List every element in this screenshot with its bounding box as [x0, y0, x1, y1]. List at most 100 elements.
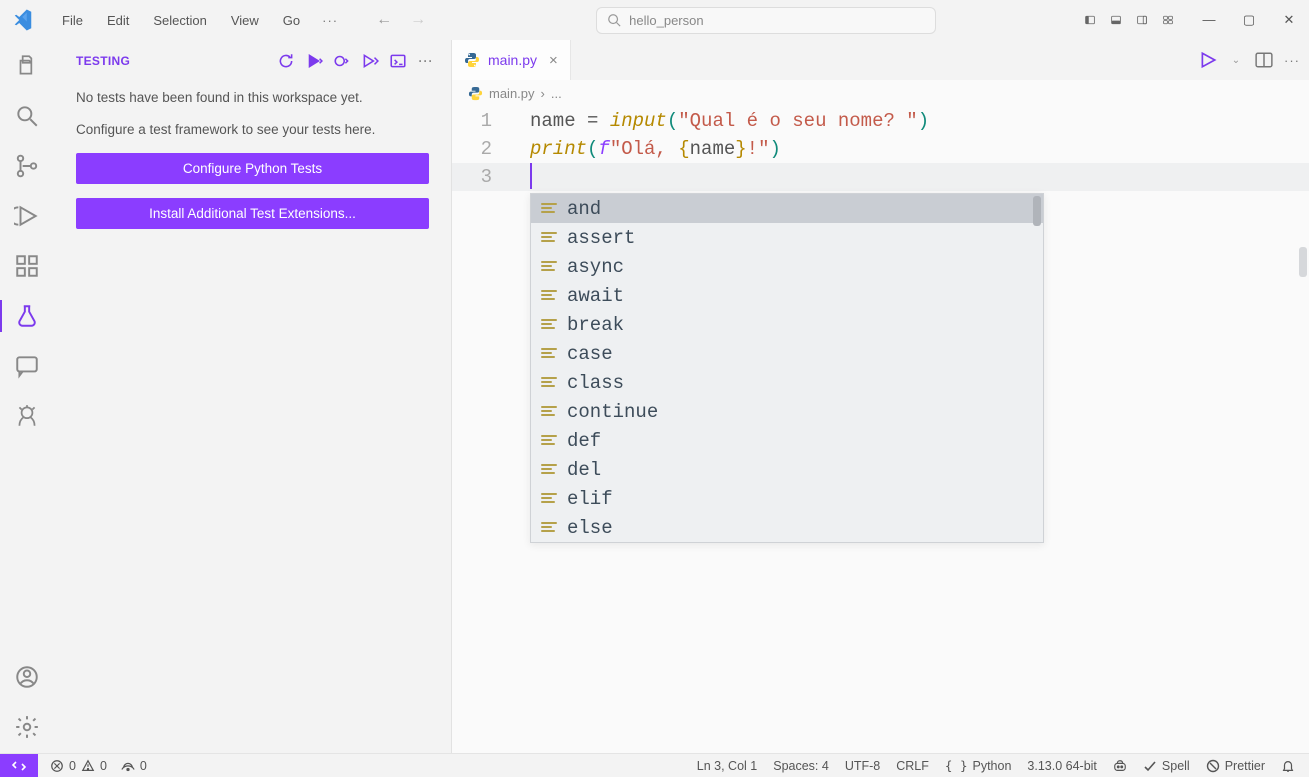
status-spell[interactable]: Spell: [1143, 759, 1190, 773]
layout-secondary-side-icon[interactable]: [1133, 11, 1151, 29]
status-problems[interactable]: 0 0: [50, 759, 107, 773]
suggest-item[interactable]: case: [531, 339, 1043, 368]
menu-selection[interactable]: Selection: [143, 7, 216, 34]
status-notifications-icon[interactable]: [1281, 759, 1295, 773]
nav-back-icon[interactable]: ←: [370, 7, 398, 33]
keyword-icon: [541, 319, 557, 331]
suggest-item[interactable]: elif: [531, 484, 1043, 513]
status-copilot-icon[interactable]: [1113, 759, 1127, 773]
text-cursor: [530, 163, 532, 189]
sidebar-more-icon[interactable]: ···: [417, 52, 435, 70]
activity-explorer-icon[interactable]: [13, 52, 41, 80]
run-dropdown-icon[interactable]: ⌄: [1227, 51, 1245, 69]
editor-more-icon[interactable]: ···: [1283, 51, 1301, 69]
editor-scrollbar[interactable]: [1299, 247, 1307, 277]
remote-indicator[interactable]: [0, 754, 38, 777]
search-text: hello_person: [629, 13, 703, 28]
keyword-icon: [541, 522, 557, 534]
status-interpreter[interactable]: 3.13.0 64-bit: [1027, 759, 1097, 773]
run-tests-icon[interactable]: [305, 52, 323, 70]
title-bar: File Edit Selection View Go ··· ← → hell…: [0, 0, 1309, 40]
code-line-2[interactable]: print(f"Olá, {name}!"): [530, 135, 1309, 163]
suggest-item[interactable]: else: [531, 513, 1043, 542]
configure-python-tests-button[interactable]: Configure Python Tests: [76, 153, 429, 184]
menu-edit[interactable]: Edit: [97, 7, 139, 34]
window-minimize-icon[interactable]: —: [1197, 12, 1221, 28]
window-maximize-icon[interactable]: ▢: [1237, 12, 1261, 28]
layout-panel-icon[interactable]: [1107, 11, 1125, 29]
debug-tests-icon[interactable]: [333, 52, 351, 70]
status-eol[interactable]: CRLF: [896, 759, 929, 773]
suggest-item[interactable]: and: [531, 194, 1043, 223]
activity-bar: [0, 40, 54, 753]
window-close-icon[interactable]: ✕: [1277, 12, 1301, 28]
tab-close-icon[interactable]: ×: [549, 52, 558, 69]
keyword-icon: [541, 435, 557, 447]
keyword-icon: [541, 232, 557, 244]
customize-layout-icon[interactable]: [1159, 11, 1177, 29]
status-prettier[interactable]: Prettier: [1206, 759, 1265, 773]
menu-view[interactable]: View: [221, 7, 269, 34]
suggest-item[interactable]: break: [531, 310, 1043, 339]
testing-sidebar: TESTING ··· No tests have been found in …: [54, 40, 452, 753]
refresh-tests-icon[interactable]: [277, 52, 295, 70]
status-cursor-pos[interactable]: Ln 3, Col 1: [697, 759, 757, 773]
keyword-icon: [541, 348, 557, 360]
split-editor-icon[interactable]: [1255, 51, 1273, 69]
keyword-icon: [541, 290, 557, 302]
keyword-icon: [541, 406, 557, 418]
coverage-icon[interactable]: [361, 52, 379, 70]
activity-testing-icon[interactable]: [13, 302, 41, 330]
autocomplete-popup[interactable]: and assert async await break case class …: [530, 193, 1044, 543]
main-area: TESTING ··· No tests have been found in …: [0, 40, 1309, 753]
activity-extensions-icon[interactable]: [13, 252, 41, 280]
status-ports[interactable]: 0: [121, 759, 147, 773]
python-file-icon: [468, 86, 483, 101]
menu-go[interactable]: Go: [273, 7, 310, 34]
keyword-icon: [541, 377, 557, 389]
python-file-icon: [464, 52, 480, 68]
activity-debug-icon[interactable]: [13, 202, 41, 230]
activity-chat-icon[interactable]: [13, 352, 41, 380]
line-gutter: 1 2 3: [452, 107, 516, 191]
status-indent[interactable]: Spaces: 4: [773, 759, 829, 773]
search-icon: [607, 13, 621, 27]
suggest-item[interactable]: async: [531, 252, 1043, 281]
suggest-item[interactable]: await: [531, 281, 1043, 310]
nav-forward-icon[interactable]: →: [404, 7, 432, 33]
tab-main-py[interactable]: main.py ×: [452, 40, 571, 80]
tab-bar: main.py × ⌄ ···: [452, 40, 1309, 80]
keyword-icon: [541, 203, 557, 215]
status-language[interactable]: { }Python: [945, 758, 1012, 773]
breadcrumb-file: main.py: [489, 86, 535, 101]
command-center-search[interactable]: hello_person: [596, 7, 936, 34]
suggest-item[interactable]: continue: [531, 397, 1043, 426]
suggest-item[interactable]: del: [531, 455, 1043, 484]
no-tests-message: No tests have been found in this workspa…: [76, 88, 429, 108]
breadcrumb-chevron-icon: ›: [541, 86, 545, 101]
editor-area: main.py × ⌄ ··· main.py › ... 1 2 3: [452, 40, 1309, 753]
code-editor[interactable]: 1 2 3 name = input("Qual é o seu nome? "…: [452, 107, 1309, 753]
install-test-extensions-button[interactable]: Install Additional Test Extensions...: [76, 198, 429, 229]
run-file-icon[interactable]: [1199, 51, 1217, 69]
menu-file[interactable]: File: [52, 7, 93, 34]
breadcrumb[interactable]: main.py › ...: [452, 80, 1309, 107]
suggest-item[interactable]: class: [531, 368, 1043, 397]
suggest-item[interactable]: assert: [531, 223, 1043, 252]
activity-search-icon[interactable]: [13, 102, 41, 130]
show-output-icon[interactable]: [389, 52, 407, 70]
status-encoding[interactable]: UTF-8: [845, 759, 880, 773]
suggest-item[interactable]: def: [531, 426, 1043, 455]
configure-message: Configure a test framework to see your t…: [76, 120, 429, 140]
vscode-logo-icon: [14, 8, 38, 32]
activity-live-icon[interactable]: [13, 402, 41, 430]
keyword-icon: [541, 464, 557, 476]
code-line-1[interactable]: name = input("Qual é o seu nome? "): [530, 107, 1309, 135]
activity-settings-icon[interactable]: [13, 713, 41, 741]
tab-label: main.py: [488, 52, 537, 68]
suggest-scrollbar[interactable]: [1033, 196, 1041, 226]
menu-overflow-icon[interactable]: ···: [314, 7, 346, 34]
layout-primary-side-icon[interactable]: [1081, 11, 1099, 29]
activity-accounts-icon[interactable]: [13, 663, 41, 691]
activity-scm-icon[interactable]: [13, 152, 41, 180]
